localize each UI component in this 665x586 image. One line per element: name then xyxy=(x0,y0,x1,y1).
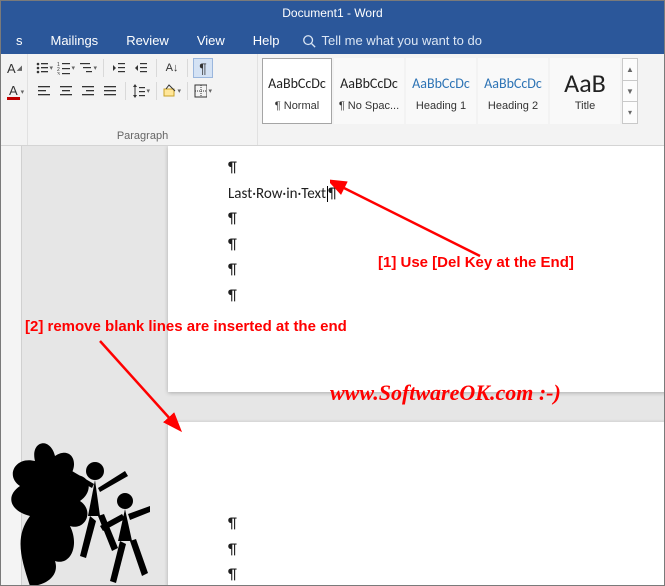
borders-icon[interactable]: ▾ xyxy=(193,81,213,101)
style-name: Title xyxy=(575,100,595,112)
paragraph-mark: ¶ xyxy=(228,512,665,538)
bullets-icon[interactable]: ▾ xyxy=(34,58,54,78)
align-center-icon[interactable] xyxy=(56,81,76,101)
chevron-up-icon[interactable]: ▲ xyxy=(623,59,637,81)
style-heading1[interactable]: AaBbCcDc Heading 1 xyxy=(406,58,476,124)
increase-indent-icon[interactable] xyxy=(131,58,151,78)
paragraph-mark: ¶ xyxy=(228,207,665,233)
multilevel-icon[interactable]: ▾ xyxy=(78,58,98,78)
page-content[interactable]: ¶ ¶ ¶ xyxy=(168,422,665,586)
style-sample: AaBbCcDc xyxy=(268,70,326,96)
style-name: Heading 1 xyxy=(416,100,466,112)
line-spacing-icon[interactable]: ▾ xyxy=(131,81,151,101)
style-normal[interactable]: AaBbCcDc ¶ Normal xyxy=(262,58,332,124)
tab-help[interactable]: Help xyxy=(239,27,294,54)
style-title[interactable]: AaB Title xyxy=(550,58,620,124)
paragraph-mark: ¶ xyxy=(228,563,665,586)
show-hide-pilcrow-icon[interactable]: ¶ xyxy=(193,58,213,78)
shading-icon[interactable]: ▾ xyxy=(162,81,182,101)
tab-review[interactable]: Review xyxy=(112,27,183,54)
paragraph-mark: ¶ xyxy=(228,538,665,564)
tellme-placeholder: Tell me what you want to do xyxy=(322,33,482,48)
sort-icon[interactable]: A↓ xyxy=(162,58,182,78)
justify-icon[interactable] xyxy=(100,81,120,101)
page-2[interactable]: ¶ ¶ ¶ xyxy=(168,422,665,586)
tab-partial[interactable]: s xyxy=(2,27,37,54)
numbering-icon[interactable]: 123▾ xyxy=(56,58,76,78)
styles-scroll[interactable]: ▲ ▼ ▾ xyxy=(622,58,638,124)
style-heading2[interactable]: AaBbCcDc Heading 2 xyxy=(478,58,548,124)
ribbon-group-styles: AaBbCcDc ¶ Normal AaBbCcDc ¶ No Spac... … xyxy=(258,54,665,145)
svg-text:3: 3 xyxy=(57,72,60,75)
ribbon-group-label-paragraph: Paragraph xyxy=(34,128,251,145)
style-name: ¶ Normal xyxy=(275,100,319,112)
styles-more-icon[interactable]: ▾ xyxy=(623,102,637,123)
ribbon-body: A◢ A▾ ▾ 123▾ ▾ A↓ ¶ xyxy=(0,54,665,146)
ribbon-group-paragraph: ▾ 123▾ ▾ A↓ ¶ ▾ ▾ ▾ xyxy=(28,54,258,145)
paragraph-mark: ¶ xyxy=(228,258,665,284)
style-name: ¶ No Spac... xyxy=(339,100,399,112)
style-sample: AaBbCcDc xyxy=(412,70,470,96)
ribbon-tabstrip: s Mailings Review View Help Tell me what… xyxy=(0,26,665,54)
window-titlebar: Document1 - Word xyxy=(0,0,665,26)
style-sample: AaB xyxy=(564,70,606,96)
paragraph-mark: ¶ xyxy=(228,233,665,259)
align-right-icon[interactable] xyxy=(78,81,98,101)
tab-mailings[interactable]: Mailings xyxy=(37,27,113,54)
style-name: Heading 2 xyxy=(488,100,538,112)
ribbon-group-label-font xyxy=(6,128,21,145)
ribbon-group-font: A◢ A▾ xyxy=(0,54,28,145)
style-no-spacing[interactable]: AaBbCcDc ¶ No Spac... xyxy=(334,58,404,124)
page-content[interactable]: ¶ Last·Row·in·Text¶ ¶ ¶ ¶ ¶ xyxy=(168,146,665,309)
clear-format-icon[interactable]: A◢ xyxy=(6,58,23,78)
chevron-down-icon[interactable]: ▼ xyxy=(623,81,637,103)
window-title: Document1 - Word xyxy=(282,6,382,20)
paragraph-mark: ¶ xyxy=(228,156,665,182)
tellme-search[interactable]: Tell me what you want to do xyxy=(294,27,490,54)
decorative-silhouette-icon xyxy=(0,416,150,586)
decrease-indent-icon[interactable] xyxy=(109,58,129,78)
align-left-icon[interactable] xyxy=(34,81,54,101)
style-sample: AaBbCcDc xyxy=(484,70,542,96)
style-sample: AaBbCcDc xyxy=(340,70,398,96)
tab-view[interactable]: View xyxy=(183,27,239,54)
document-workspace: ¶ Last·Row·in·Text¶ ¶ ¶ ¶ ¶ ¶ ¶ ¶ [1] Us… xyxy=(0,146,665,586)
paragraph-mark: ¶ xyxy=(228,284,665,310)
text-line: Last·Row·in·Text¶ xyxy=(228,182,665,208)
lightbulb-icon xyxy=(302,34,316,48)
font-color-icon[interactable]: A▾ xyxy=(6,82,25,102)
page-1[interactable]: ¶ Last·Row·in·Text¶ ¶ ¶ ¶ ¶ xyxy=(168,146,665,392)
